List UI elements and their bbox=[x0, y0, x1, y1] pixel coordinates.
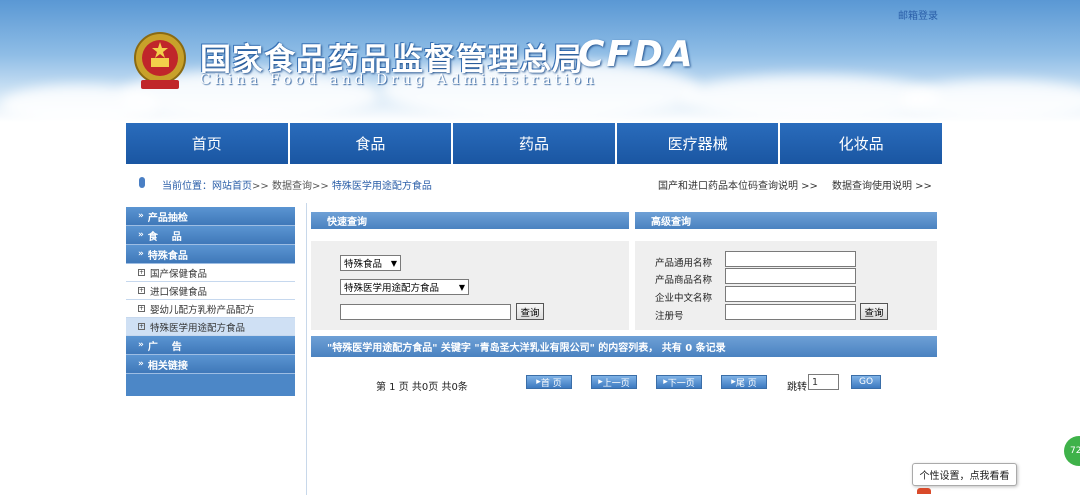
cfda-logo-text: CFDA bbox=[578, 34, 695, 75]
next-page-label: 下一页 bbox=[667, 378, 695, 389]
breadcrumb-current[interactable]: 特殊医学用途配方食品 bbox=[332, 181, 432, 192]
first-page-button[interactable]: ▸ 首 页 bbox=[526, 375, 572, 389]
sidebar-item-label: 婴幼儿配方乳粉产品配方 bbox=[150, 304, 255, 316]
first-page-label: 首 页 bbox=[540, 378, 562, 389]
header-banner: 邮箱登录 国家食品药品监督管理总局 China Food and Drug Ad… bbox=[0, 0, 1080, 122]
category-select[interactable]: 特殊食品 ▼ bbox=[340, 255, 401, 271]
advanced-search-header: 高级查询 bbox=[635, 212, 937, 229]
sidebar-item-label: 广 告 bbox=[147, 341, 182, 353]
quick-search-header: 快速查询 bbox=[311, 212, 629, 229]
category-select-value: 特殊食品 bbox=[344, 259, 383, 270]
sidebar-item-food[interactable]: » 食 品 bbox=[126, 226, 295, 245]
bottom-tab-marker bbox=[917, 488, 931, 494]
sidebar-item-label: 国产保健食品 bbox=[150, 268, 208, 280]
floating-widget-badge[interactable]: 72 bbox=[1064, 436, 1080, 466]
sidebar-item-related-links[interactable]: » 相关链接 bbox=[126, 355, 295, 374]
breadcrumb-separator: >> bbox=[252, 181, 269, 192]
personalize-tooltip[interactable]: 个性设置，点我看看 bbox=[912, 463, 1017, 486]
sidebar-subitem-domestic-health-food[interactable]: + 国产保健食品 bbox=[126, 264, 295, 282]
sidebar-item-label: 特殊医学用途配方食品 bbox=[150, 322, 246, 334]
registration-number-label: 注册号 bbox=[655, 311, 684, 322]
trade-name-input[interactable] bbox=[725, 268, 856, 284]
sidebar-item-advertising[interactable]: » 广 告 bbox=[126, 336, 295, 355]
prev-page-label: 上一页 bbox=[602, 378, 630, 389]
last-page-button[interactable]: ▸ 尾 页 bbox=[721, 375, 767, 389]
breadcrumb-data-query[interactable]: 数据查询 bbox=[272, 181, 312, 192]
page-info: 第 1 页 共0页 共0条 bbox=[376, 382, 468, 393]
sidebar-item-special-food[interactable]: » 特殊食品 bbox=[126, 245, 295, 264]
sidebar-item-label: 产品抽检 bbox=[147, 212, 188, 224]
breadcrumb-path: 当前位置：网站首页>> 数据查询>> 特殊医学用途配方食品 bbox=[162, 177, 432, 192]
breadcrumb-separator: >> bbox=[311, 181, 329, 192]
expand-box-icon: + bbox=[138, 269, 145, 276]
expand-box-icon: + bbox=[138, 323, 145, 330]
drug-code-help-link[interactable]: 国产和进口药品本位码查询说明 >> bbox=[658, 177, 818, 192]
subcategory-select-value: 特殊医学用途配方食品 bbox=[344, 283, 440, 294]
company-name-input[interactable] bbox=[725, 286, 856, 302]
double-arrow-icon: » bbox=[138, 340, 144, 350]
breadcrumb: 当前位置：网站首页>> 数据查询>> 特殊医学用途配方食品 国产和进口药品本位码… bbox=[126, 170, 942, 196]
expand-box-icon: + bbox=[138, 287, 145, 294]
national-emblem-icon bbox=[134, 32, 186, 89]
chevron-down-icon: ▼ bbox=[390, 259, 397, 268]
sidebar-subitem-imported-health-food[interactable]: + 进口保健食品 bbox=[126, 282, 295, 300]
go-button-label: GO bbox=[858, 377, 874, 387]
sidebar: » 产品抽检 » 食 品 » 特殊食品 + 国产保健食品 + 进口保健食品 + 婴幼儿配方乳… bbox=[126, 207, 295, 396]
jump-label: 跳转 bbox=[787, 382, 807, 393]
nav-item-food[interactable]: 食品 bbox=[289, 123, 454, 164]
mail-login-link[interactable]: 邮箱登录 bbox=[898, 7, 938, 22]
last-page-label: 尾 页 bbox=[735, 378, 757, 389]
expand-box-icon: + bbox=[138, 305, 145, 312]
double-arrow-icon: » bbox=[138, 230, 144, 240]
sidebar-subitem-special-medical-food[interactable]: + 特殊医学用途配方食品 bbox=[126, 318, 295, 336]
result-summary: "特殊医学用途配方食品" 关键字 "青岛圣大洋乳业有限公司" 的内容列表， 共有… bbox=[311, 336, 937, 357]
sidebar-subitem-infant-formula[interactable]: + 婴幼儿配方乳粉产品配方 bbox=[126, 300, 295, 318]
jump-page-input[interactable]: 1 bbox=[808, 374, 839, 390]
go-button[interactable]: GO bbox=[851, 375, 881, 389]
double-arrow-icon: » bbox=[138, 359, 144, 369]
double-arrow-icon: » bbox=[138, 249, 144, 259]
registration-number-input[interactable] bbox=[725, 304, 856, 320]
next-page-button[interactable]: ▸ 下一页 bbox=[656, 375, 702, 389]
subcategory-select[interactable]: 特殊医学用途配方食品 ▼ bbox=[340, 279, 469, 295]
content-divider bbox=[306, 203, 307, 495]
breadcrumb-home-link[interactable]: 当前位置：网站首页 bbox=[162, 181, 252, 192]
data-query-help-link[interactable]: 数据查询使用说明 >> bbox=[832, 177, 932, 192]
sidebar-filler bbox=[126, 374, 295, 394]
chevron-down-icon: ▼ bbox=[458, 283, 465, 292]
advanced-search-panel: 产品通用名称 产品商品名称 企业中文名称 注册号 查询 bbox=[635, 241, 937, 330]
site-title-en: China Food and Drug Administration bbox=[200, 72, 599, 88]
double-arrow-icon: » bbox=[138, 211, 144, 221]
sidebar-item-label: 进口保健食品 bbox=[150, 286, 208, 298]
generic-name-label: 产品通用名称 bbox=[655, 258, 713, 269]
nav-item-medical-device[interactable]: 医疗器械 bbox=[616, 123, 781, 164]
sidebar-item-product-sampling[interactable]: » 产品抽检 bbox=[126, 207, 295, 226]
main-nav: 首页 食品 药品 医疗器械 化妆品 bbox=[126, 123, 942, 164]
quick-search-panel: 特殊食品 ▼ 特殊医学用途配方食品 ▼ 查询 bbox=[311, 241, 629, 330]
generic-name-input[interactable] bbox=[725, 251, 856, 267]
quick-search-button[interactable]: 查询 bbox=[516, 303, 544, 320]
trade-name-label: 产品商品名称 bbox=[655, 275, 713, 286]
location-pin-icon bbox=[139, 177, 145, 188]
nav-item-drug[interactable]: 药品 bbox=[453, 123, 617, 164]
quick-search-input[interactable] bbox=[340, 304, 511, 320]
advanced-search-button[interactable]: 查询 bbox=[860, 303, 888, 320]
sidebar-item-label: 食 品 bbox=[147, 231, 182, 243]
nav-item-cosmetics[interactable]: 化妆品 bbox=[780, 123, 942, 164]
cloud-decoration bbox=[900, 80, 1080, 120]
prev-page-button[interactable]: ▸ 上一页 bbox=[591, 375, 637, 389]
sidebar-item-label: 特殊食品 bbox=[147, 250, 188, 262]
company-name-label: 企业中文名称 bbox=[655, 293, 713, 304]
nav-item-home[interactable]: 首页 bbox=[126, 123, 290, 164]
sidebar-item-label: 相关链接 bbox=[147, 360, 188, 372]
